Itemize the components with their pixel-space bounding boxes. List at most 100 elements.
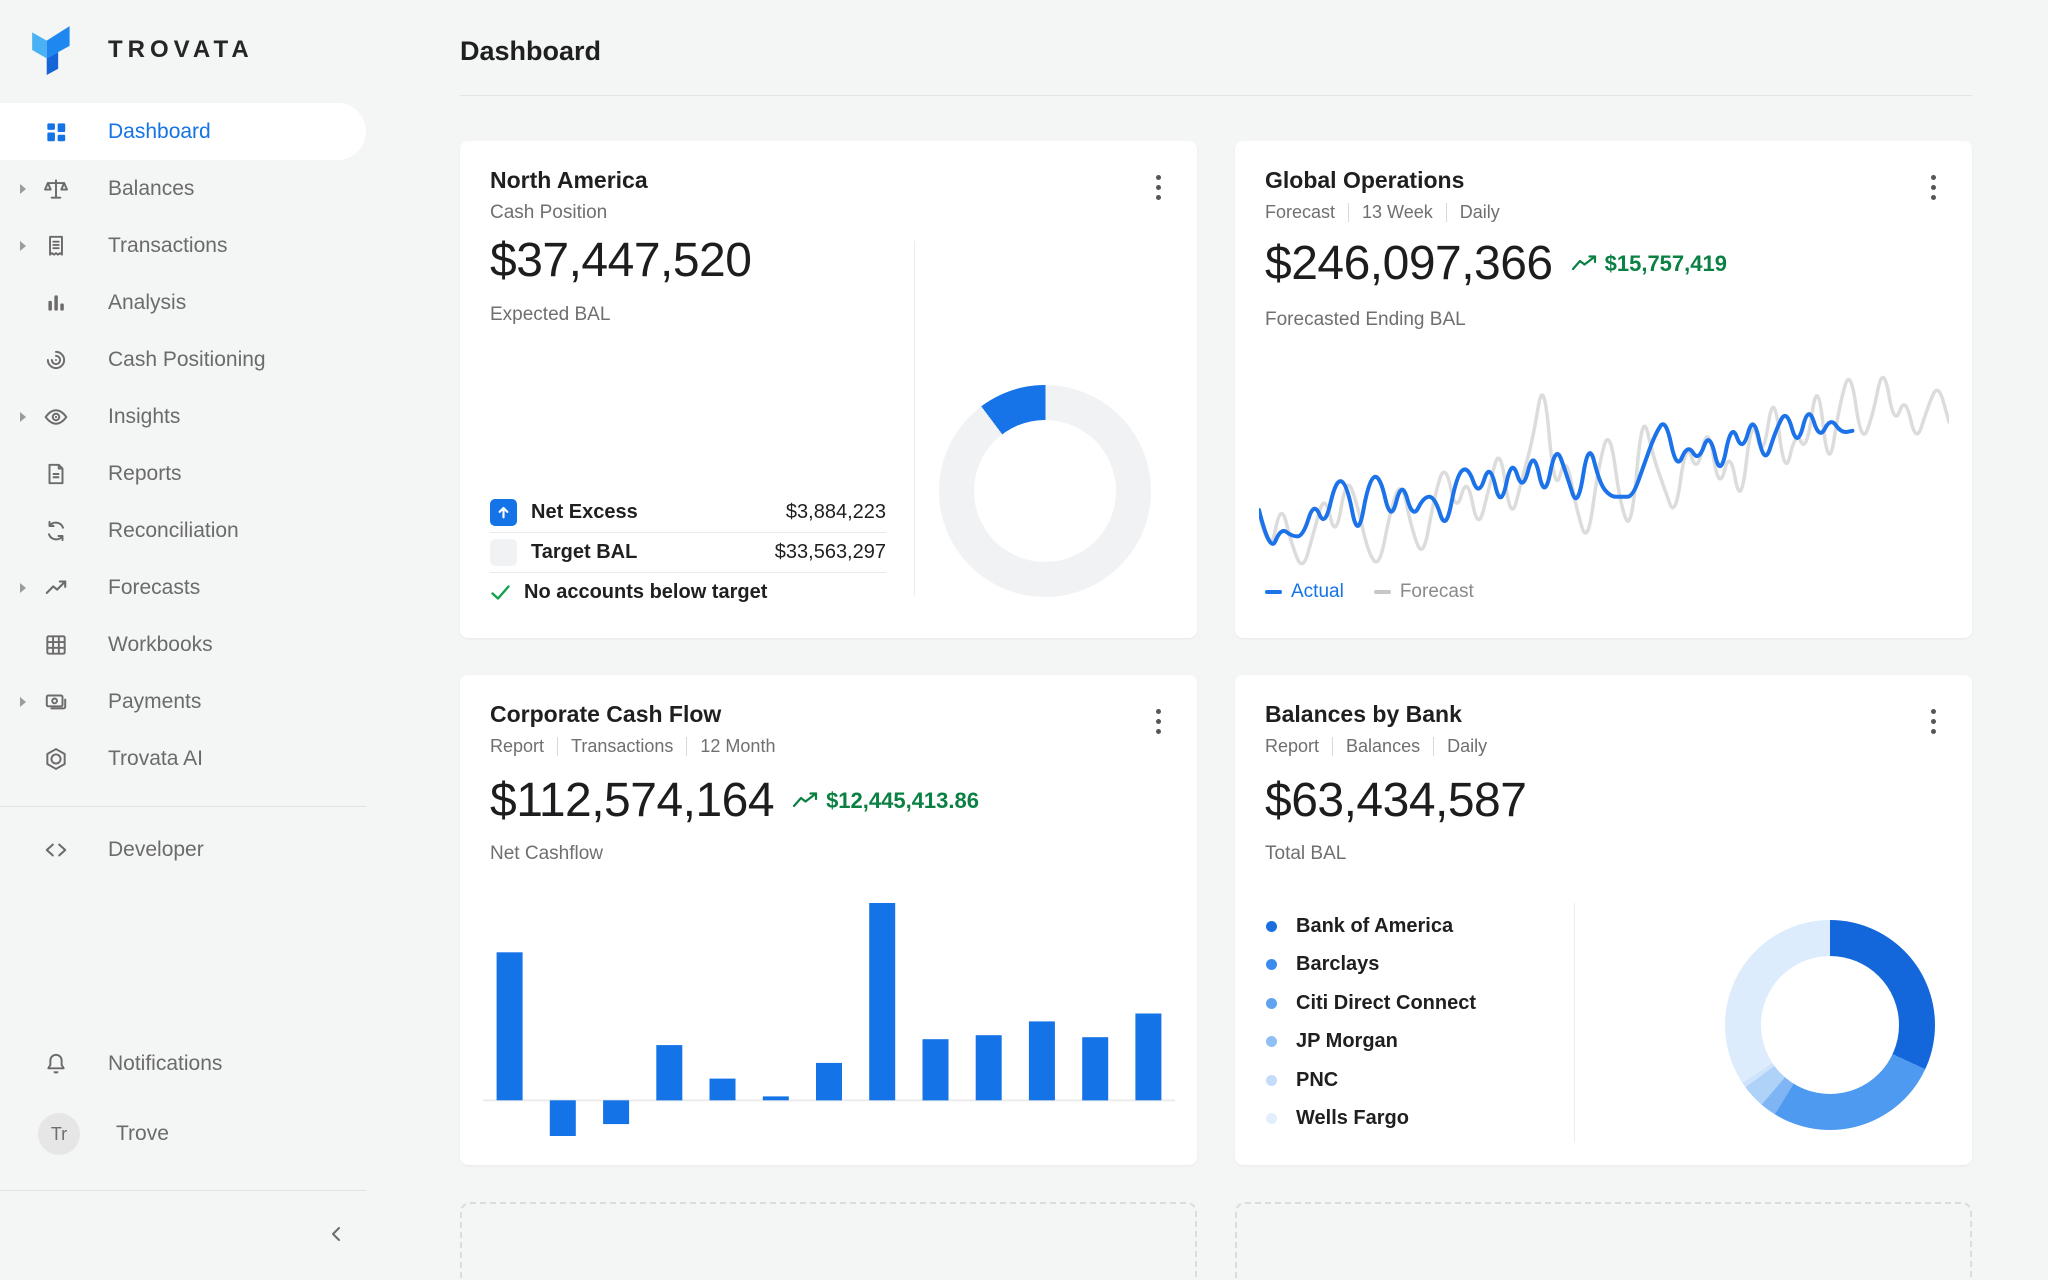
card-inner-divider [1574, 903, 1575, 1143]
chevron-left-icon [328, 1224, 344, 1244]
sidebar-item-label: Trove [116, 1122, 169, 1146]
sidebar-item-balances[interactable]: Balances [0, 160, 366, 217]
chevron-right-icon[interactable] [19, 696, 27, 707]
legend-forecast: Forecast [1374, 581, 1474, 603]
card-menu-button[interactable] [1143, 169, 1173, 205]
reconciliation-icon [42, 518, 69, 544]
card-tags: Report Balances Daily [1265, 736, 1487, 757]
empty-widget-placeholder[interactable] [1235, 1202, 1972, 1280]
insights-icon [42, 404, 69, 430]
bank-list-item: Bank of America [1266, 907, 1476, 946]
card-subtitle: Cash Position [490, 202, 648, 224]
chevron-right-icon[interactable] [19, 582, 27, 593]
sidebar-item-label: Notifications [108, 1052, 222, 1076]
sidebar-item-label: Developer [108, 838, 204, 862]
card-tags: Report Transactions 12 Month [490, 736, 775, 757]
bank-dot [1266, 998, 1277, 1009]
avatar: Tr [42, 1113, 84, 1155]
chevron-right-icon[interactable] [19, 411, 27, 422]
amount-label: Total BAL [1265, 843, 1346, 865]
expected-balance-amount: $37,447,520 [490, 233, 751, 288]
chevron-right-icon[interactable] [19, 240, 27, 251]
chevron-right-icon[interactable] [19, 183, 27, 194]
card-title: Balances by Bank [1265, 701, 1487, 728]
sidebar-item-analysis[interactable]: Analysis [0, 274, 366, 331]
bank-list-item: Citi Direct Connect [1266, 984, 1476, 1023]
bank-dot [1266, 1036, 1277, 1047]
reports-icon [42, 461, 69, 487]
amount-label: Expected BAL [490, 304, 610, 326]
bank-list: Bank of America Barclays Citi Direct Con… [1266, 907, 1476, 1138]
trend-up-icon [1571, 254, 1598, 274]
sidebar-footer-account: Tr Trove [0, 1103, 366, 1165]
card-corporate-cash-flow: Corporate Cash Flow Report Transactions … [460, 675, 1197, 1165]
net-cashflow-amount: $112,574,164 [490, 773, 774, 828]
sidebar-item-label: Forecasts [108, 576, 200, 600]
sidebar-divider [0, 1190, 366, 1191]
sidebar-item-label: Cash Positioning [108, 348, 266, 372]
bank-dot [1266, 1113, 1277, 1124]
forecast-line-chart [1259, 351, 1949, 581]
sidebar-item-cash-positioning[interactable]: Cash Positioning [0, 331, 366, 388]
bank-list-item: Barclays [1266, 946, 1476, 985]
sidebar: TROVATA Dashboard Balances Transactions [0, 0, 366, 1280]
sidebar-item-developer[interactable]: Developer [0, 821, 366, 878]
amount-label: Net Cashflow [490, 843, 603, 865]
analysis-icon [42, 290, 69, 316]
sidebar-item-label: Trovata AI [108, 747, 203, 771]
developer-icon [42, 837, 69, 863]
forecasts-icon [42, 575, 69, 601]
forecasted-ending-bal-amount: $246,097,366 [1265, 236, 1553, 291]
card-title: Corporate Cash Flow [490, 701, 775, 728]
card-menu-button[interactable] [1143, 703, 1173, 739]
sidebar-item-label: Workbooks [108, 633, 213, 657]
sidebar-item-reconciliation[interactable]: Reconciliation [0, 502, 366, 559]
target-bal-swatch [490, 539, 517, 566]
sidebar-item-forecasts[interactable]: Forecasts [0, 559, 366, 616]
sidebar-item-workbooks[interactable]: Workbooks [0, 616, 366, 673]
cashflow-delta: $12,445,413.86 [792, 788, 979, 814]
sidebar-item-label: Reconciliation [108, 519, 239, 543]
bank-dot [1266, 1075, 1277, 1086]
sidebar-item-label: Insights [108, 405, 180, 429]
cash-positioning-icon [42, 347, 69, 373]
sidebar-item-label: Analysis [108, 291, 186, 315]
sidebar-item-label: Transactions [108, 234, 227, 258]
page-title: Dashboard [460, 36, 1972, 67]
dashboard-icon [42, 119, 69, 145]
card-title: Global Operations [1265, 167, 1500, 194]
chart-legend: Actual Forecast [1265, 581, 1474, 603]
sidebar-secondary: Developer [0, 821, 366, 878]
sidebar-item-trove[interactable]: Tr Trove [0, 1103, 366, 1165]
sidebar-collapse-button[interactable] [318, 1216, 354, 1252]
legend-actual: Actual [1265, 581, 1344, 603]
sidebar-item-insights[interactable]: Insights [0, 388, 366, 445]
card-balances-by-bank: Balances by Bank Report Balances Daily $… [1235, 675, 1972, 1165]
cash-position-stats: Net Excess $3,884,223 Target BAL $33,563… [490, 492, 886, 612]
sidebar-item-trovata-ai[interactable]: Trovata AI [0, 730, 366, 787]
card-global-operations: Global Operations Forecast 13 Week Daily… [1235, 141, 1972, 638]
sidebar-item-label: Dashboard [108, 120, 211, 144]
payments-icon [42, 689, 69, 715]
cash-position-donut-chart [939, 385, 1151, 597]
status-no-accounts-below-target: No accounts below target [490, 572, 886, 612]
balances-icon [42, 176, 69, 202]
card-menu-button[interactable] [1918, 169, 1948, 205]
card-menu-button[interactable] [1918, 703, 1948, 739]
sidebar-item-transactions[interactable]: Transactions [0, 217, 366, 274]
sidebar-item-reports[interactable]: Reports [0, 445, 366, 502]
up-arrow-icon [490, 499, 517, 526]
sidebar-item-notifications[interactable]: Notifications [0, 1035, 366, 1092]
sidebar-divider [0, 806, 366, 807]
sidebar-item-label: Payments [108, 690, 201, 714]
sidebar-item-label: Reports [108, 462, 182, 486]
stat-row-target-bal: Target BAL $33,563,297 [490, 532, 886, 572]
net-cashflow-bar-chart [483, 897, 1175, 1142]
sidebar-item-dashboard[interactable]: Dashboard [0, 103, 366, 160]
brand-logo-row[interactable]: TROVATA [30, 24, 254, 76]
workbooks-icon [42, 632, 69, 658]
check-icon [490, 584, 511, 601]
empty-widget-placeholder[interactable] [460, 1202, 1197, 1280]
dashboard-grid: North America Cash Position $37,447,520 … [460, 141, 1972, 1280]
sidebar-item-payments[interactable]: Payments [0, 673, 366, 730]
